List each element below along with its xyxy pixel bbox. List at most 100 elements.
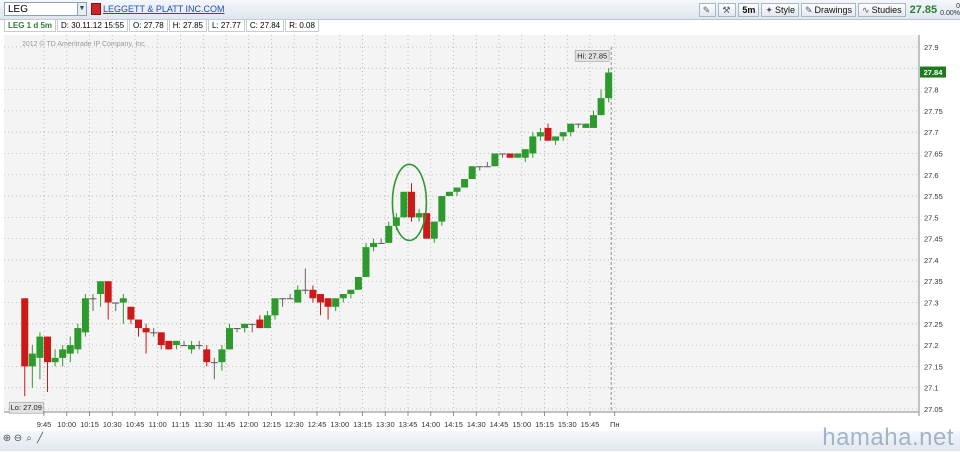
candle-body <box>377 242 385 244</box>
candle-body <box>127 306 135 320</box>
zoom-controls: ⊕ ⊖ ⌕ ╱ <box>2 433 46 444</box>
candle-body <box>210 362 218 364</box>
time-tick-label: 15:15 <box>535 420 554 429</box>
price-tick-label: 27.5 <box>924 213 939 222</box>
candle-body <box>286 298 294 300</box>
candle-body <box>438 196 446 222</box>
candle-body <box>347 289 355 295</box>
time-tick-label: 12:45 <box>308 420 327 429</box>
time-tick-label: 14:45 <box>490 420 509 429</box>
candle-body <box>59 349 67 358</box>
candle-body <box>559 132 567 137</box>
lo-label: Lo: 27.09 <box>11 403 42 412</box>
candle-body <box>483 166 491 168</box>
candle-body <box>536 132 544 137</box>
candle-body <box>468 166 476 180</box>
time-tick-label: 10:00 <box>57 420 76 429</box>
candle-body <box>445 191 453 197</box>
candle-body <box>112 302 120 304</box>
candle-body <box>51 357 59 363</box>
candle-body <box>415 213 423 218</box>
draw-line-icon[interactable]: ╱ <box>35 433 45 444</box>
time-tick-label: 12:30 <box>285 420 304 429</box>
time-tick-label: 11:00 <box>149 420 167 429</box>
candle-body <box>44 336 51 363</box>
candle-body <box>574 123 582 125</box>
candle-body <box>552 136 560 141</box>
price-tick-label: 27.8 <box>924 86 939 95</box>
watermark: hamaha.net <box>822 424 954 451</box>
price-chart[interactable]: 2012 © TD Ameritrade IP Company, Inc. 27… <box>0 0 960 451</box>
candle-body <box>514 153 522 158</box>
candle-body <box>400 191 408 218</box>
price-tick-label: 27.35 <box>924 277 943 286</box>
zoom-in-icon[interactable]: ⊕ <box>2 433 12 444</box>
price-tick-label: 27.65 <box>924 149 943 158</box>
candle-body <box>362 247 370 277</box>
candle-body <box>104 281 112 303</box>
price-tick-label: 27.05 <box>924 405 943 414</box>
candle-body <box>89 298 97 300</box>
price-tick-label: 27.1 <box>924 384 939 393</box>
candle-body <box>157 332 165 346</box>
time-tick-label: 15:30 <box>558 420 577 429</box>
candle-body <box>74 328 82 350</box>
candle-body <box>324 298 332 307</box>
candle-body <box>408 191 415 218</box>
price-tick-label: 27.3 <box>924 299 939 308</box>
time-tick-label: 9:45 <box>37 420 52 429</box>
candle-body <box>233 328 241 330</box>
price-tick-label: 27.25 <box>924 320 943 329</box>
bottom-toolbar <box>0 431 960 451</box>
candle-body <box>279 298 287 300</box>
time-tick-label: 11:15 <box>171 420 189 429</box>
candle-body <box>203 349 211 363</box>
candle-body <box>529 136 537 154</box>
time-tick-label: 10:30 <box>103 420 122 429</box>
candle-body <box>256 319 264 329</box>
candle-body <box>521 149 529 158</box>
candle-body <box>590 115 597 128</box>
candle-body <box>119 298 127 303</box>
candle-body <box>430 221 438 239</box>
price-tick-label: 27.15 <box>924 362 943 371</box>
candle-body <box>423 213 431 239</box>
time-tick-label: 13:45 <box>399 420 418 429</box>
time-tick-label: 11:30 <box>194 420 212 429</box>
candle-body <box>97 281 105 295</box>
time-tick-label: Пн <box>610 420 620 429</box>
candle-body <box>506 153 514 158</box>
candle-body <box>36 336 44 358</box>
time-tick-label: 10:15 <box>80 420 99 429</box>
copyright-text: 2012 © TD Ameritrade IP Company, Inc. <box>22 40 147 48</box>
zoom-search-icon[interactable]: ⌕ <box>24 433 34 444</box>
candle-body <box>218 349 226 363</box>
candle-body <box>142 328 150 333</box>
price-tick-label: 27.2 <box>924 341 939 350</box>
candle-body <box>263 315 271 329</box>
candle-body <box>605 72 613 99</box>
candle-body <box>66 345 74 354</box>
time-axis: 9:45 10:00 10:15 10:30 10:45 11:00 11:15 11:30 1… <box>4 411 919 429</box>
time-tick-label: 15:00 <box>512 420 531 429</box>
time-tick-label: 11:45 <box>217 420 235 429</box>
candle-body <box>453 187 461 192</box>
candle-body <box>195 345 203 347</box>
candle-body <box>172 340 180 346</box>
candle-body <box>309 289 317 299</box>
price-tick-label: 27.6 <box>924 171 939 180</box>
price-tick-label: 27.75 <box>924 107 943 116</box>
time-tick-label: 14:00 <box>421 420 440 429</box>
price-tick-label: 27.45 <box>924 235 943 244</box>
candle-body <box>150 332 158 334</box>
candle-body <box>301 289 309 291</box>
candle-body <box>21 298 29 367</box>
candle-body <box>271 298 279 316</box>
time-tick-label: 12:15 <box>262 420 281 429</box>
candle-body <box>476 166 484 168</box>
zoom-out-icon[interactable]: ⊖ <box>13 433 23 444</box>
candle-body <box>582 123 590 128</box>
last-price-label: 27.84 <box>924 68 944 77</box>
candle-body <box>317 294 324 303</box>
candle-body <box>491 153 499 167</box>
